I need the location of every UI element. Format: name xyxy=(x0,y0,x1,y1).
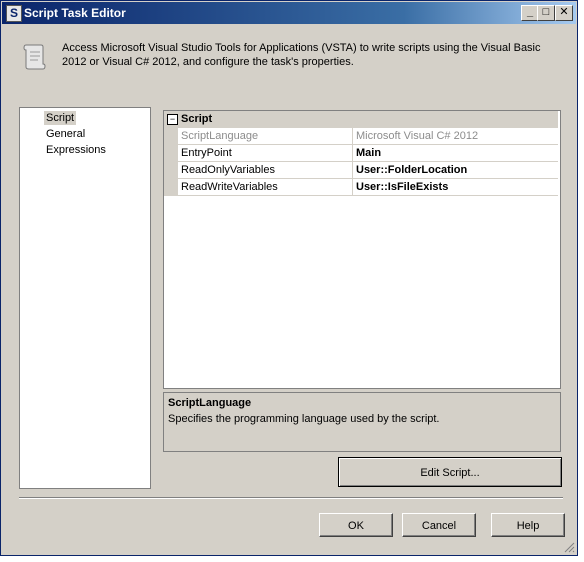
page-navigation-list: Script General Expressions xyxy=(19,107,151,489)
ok-button[interactable]: OK xyxy=(319,513,393,537)
property-grid: − Script ScriptLanguage Microsoft Visual… xyxy=(163,110,561,389)
nav-item-general[interactable]: General xyxy=(44,127,87,141)
header-description: Access Microsoft Visual Studio Tools for… xyxy=(62,42,541,68)
property-row-scriptlanguage[interactable]: ScriptLanguage Microsoft Visual C# 2012 xyxy=(164,128,558,145)
property-row-readwritevariables[interactable]: ReadWriteVariables User::IsFileExists xyxy=(164,179,558,196)
property-name: EntryPoint xyxy=(181,147,232,159)
help-button[interactable]: Help xyxy=(491,513,565,537)
property-name: ScriptLanguage xyxy=(181,130,259,142)
property-value-field[interactable]: Main xyxy=(352,145,558,161)
script-scroll-icon xyxy=(23,44,46,70)
title-bar[interactable]: S Script Task Editor _ □ ✕ xyxy=(2,2,576,24)
divider xyxy=(19,497,563,499)
maximize-button[interactable]: □ xyxy=(537,5,555,21)
property-value-field[interactable]: User::FolderLocation xyxy=(352,162,558,178)
ssis-app-icon: S xyxy=(6,5,22,22)
property-name: ReadWriteVariables xyxy=(181,181,278,193)
property-description-panel: ScriptLanguage Specifies the programming… xyxy=(163,392,561,452)
collapse-minus-icon[interactable]: − xyxy=(167,114,178,125)
nav-item-script[interactable]: Script xyxy=(44,111,77,125)
row-gutter xyxy=(164,179,178,195)
cancel-button[interactable]: Cancel xyxy=(402,513,476,537)
property-name: ReadOnlyVariables xyxy=(181,164,275,176)
window-title: Script Task Editor xyxy=(24,6,126,20)
property-value-field[interactable]: Microsoft Visual C# 2012 xyxy=(352,128,558,144)
nav-item-expressions[interactable]: Expressions xyxy=(44,143,108,157)
edit-script-button[interactable]: Edit Script... xyxy=(338,457,562,487)
row-gutter xyxy=(164,162,178,178)
close-button[interactable]: ✕ xyxy=(555,5,573,21)
description-text: Specifies the programming language used … xyxy=(168,413,440,425)
description-title: ScriptLanguage xyxy=(168,397,252,409)
category-row-script[interactable]: − Script xyxy=(164,111,558,128)
row-gutter xyxy=(164,128,178,144)
property-row-entrypoint[interactable]: EntryPoint Main xyxy=(164,145,558,162)
resize-grip-icon[interactable] xyxy=(563,541,575,553)
property-row-readonlyvariables[interactable]: ReadOnlyVariables User::FolderLocation xyxy=(164,162,558,179)
category-label: Script xyxy=(181,113,213,125)
property-value-field[interactable]: User::IsFileExists xyxy=(352,179,558,195)
script-task-editor-window: S Script Task Editor _ □ ✕ Access Micros… xyxy=(0,0,578,556)
row-gutter xyxy=(164,145,178,161)
